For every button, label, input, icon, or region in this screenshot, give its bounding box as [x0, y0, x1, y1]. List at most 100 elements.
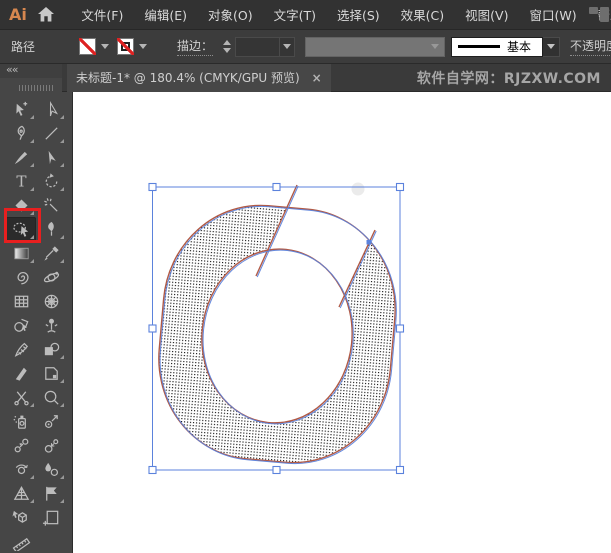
brush-definition-dropdown[interactable]: 基本	[451, 37, 560, 57]
shapes-tool[interactable]	[36, 337, 66, 361]
polar-grid-tool[interactable]	[36, 289, 66, 313]
handle-bottom-left[interactable]	[149, 467, 156, 474]
menu-item-3[interactable]: 文字(T)	[263, 0, 326, 29]
document-tab-title: 未标题-1* @ 180.4% (CMYK/GPU 预览)	[76, 69, 300, 86]
brush-definition-value: 基本	[507, 38, 531, 55]
twirl-tool[interactable]	[36, 265, 66, 289]
line-segment-tool[interactable]	[36, 121, 66, 145]
menu-item-5[interactable]: 效果(C)	[390, 0, 454, 29]
artboard-tool-icon	[42, 508, 61, 527]
stroke-weight-stepper[interactable]	[223, 40, 231, 53]
symbol-sizer-tool[interactable]	[36, 433, 66, 457]
stroke-weight-dropdown[interactable]	[279, 37, 295, 57]
stroke-weight-label[interactable]: 描边：	[177, 37, 213, 56]
chevron-down-icon	[547, 44, 555, 49]
selection-tool[interactable]	[6, 97, 36, 121]
symbol-spinner-tool-icon	[12, 460, 31, 479]
handle-middle-left[interactable]	[149, 325, 156, 332]
magic-wand-tool-icon	[42, 196, 61, 215]
symbol-scruncher-tool[interactable]	[6, 433, 36, 457]
rotate-tool-icon	[42, 172, 61, 191]
stroke-none-swatch[interactable]	[117, 38, 134, 55]
slice-tool[interactable]	[36, 361, 66, 385]
polar-grid-tool-icon	[42, 292, 61, 311]
scissors-tool-icon	[12, 388, 31, 407]
warp-tool[interactable]	[6, 337, 36, 361]
menu-item-6[interactable]: 视图(V)	[455, 0, 519, 29]
tab-close-icon[interactable]: ×	[312, 71, 322, 85]
step-down-icon[interactable]	[223, 48, 231, 53]
knife-tool[interactable]	[6, 361, 36, 385]
symbol-sprayer-tool[interactable]	[6, 409, 36, 433]
step-up-icon[interactable]	[223, 40, 231, 45]
stroke-weight-input[interactable]	[235, 37, 279, 57]
curvature-tool[interactable]	[6, 121, 36, 145]
handle-top-right[interactable]	[397, 184, 404, 191]
paintbrush-tool[interactable]	[6, 145, 36, 169]
illustrator-logo: Ai	[9, 5, 27, 24]
zoom-tool[interactable]	[36, 385, 66, 409]
shape-builder-tool[interactable]	[6, 313, 36, 337]
menu-item-7[interactable]: 窗口(W)	[519, 0, 587, 29]
shapes-tool-icon	[42, 340, 61, 359]
scissors-tool[interactable]	[6, 385, 36, 409]
menu-items: 文件(F)编辑(E)对象(O)文字(T)选择(S)效果(C)视图(V)窗口(W)…	[71, 0, 611, 29]
measure-tool[interactable]	[6, 529, 36, 553]
cursor-ghost	[352, 183, 365, 196]
puppet-warp-tool-icon	[42, 316, 61, 335]
stroke-dropdown-chevron-icon[interactable]	[139, 44, 147, 49]
fill-none-swatch[interactable]	[79, 38, 96, 55]
home-icon[interactable]	[38, 7, 54, 22]
symbol-spinner-tool[interactable]	[6, 457, 36, 481]
document-tab[interactable]: 未标题-1* @ 180.4% (CMYK/GPU 预览) ×	[67, 64, 331, 92]
symbol-shifter-tool[interactable]	[36, 409, 66, 433]
measure-tool-icon	[12, 532, 31, 551]
tutorial-highlight-box	[4, 208, 41, 243]
direct-selection-tool[interactable]	[36, 97, 66, 121]
anchor-point[interactable]	[367, 240, 372, 245]
gradient-tool[interactable]	[6, 241, 36, 265]
symbol-stainer-tool-icon	[42, 460, 61, 479]
line-segment-tool-icon	[42, 124, 61, 143]
menu-item-4[interactable]: 选择(S)	[326, 0, 390, 29]
handle-top-left[interactable]	[149, 184, 156, 191]
artwork-svg	[73, 92, 611, 553]
selection-type-label: 路径	[11, 38, 35, 55]
handle-bottom-center[interactable]	[273, 467, 280, 474]
menu-item-2[interactable]: 对象(O)	[197, 0, 263, 29]
solid-arrow-tool[interactable]	[36, 145, 66, 169]
handle-top-center[interactable]	[273, 184, 280, 191]
control-bar: 路径 描边： 基本 不透明度：	[0, 30, 611, 64]
menu-item-0[interactable]: 文件(F)	[71, 0, 134, 29]
knife-tool-icon	[12, 364, 31, 383]
panel-drag-grip[interactable]	[19, 85, 53, 91]
eyedropper-tool[interactable]	[36, 241, 66, 265]
fill-dropdown-chevron-icon[interactable]	[101, 44, 109, 49]
opacity-label[interactable]: 不透明度：	[570, 37, 611, 56]
shaper-ring-shape[interactable]	[150, 169, 403, 471]
shape-builder-tool-icon	[12, 316, 31, 335]
handle-bottom-right[interactable]	[397, 467, 404, 474]
workspace-switcher-icon[interactable]	[589, 7, 611, 23]
symbol-stainer-tool[interactable]	[36, 457, 66, 481]
document-tab-bar: 未标题-1* @ 180.4% (CMYK/GPU 预览) × 软件自学网：RJ…	[62, 64, 611, 92]
symbol-screener-tool[interactable]	[36, 481, 66, 505]
rectangular-grid-tool[interactable]	[6, 289, 36, 313]
brush-dropdown-chevron[interactable]	[543, 37, 560, 57]
none-stroke-icon	[117, 38, 134, 55]
brush-preview[interactable]: 基本	[451, 37, 543, 57]
gradient-tool-icon	[12, 244, 31, 263]
perspective-grid-tool[interactable]	[6, 481, 36, 505]
puppet-warp-tool[interactable]	[36, 313, 66, 337]
menu-item-1[interactable]: 编辑(E)	[134, 0, 198, 29]
artboard-tool[interactable]	[36, 505, 66, 529]
type-tool[interactable]: T	[6, 169, 36, 193]
symbol-screener-tool-icon	[42, 484, 61, 503]
rotate-tool[interactable]	[36, 169, 66, 193]
canvas-area[interactable]	[73, 92, 611, 553]
spiral-tool[interactable]	[6, 265, 36, 289]
menu-bar: Ai 文件(F)编辑(E)对象(O)文字(T)选择(S)效果(C)视图(V)窗口…	[0, 0, 611, 30]
3d-rotate-tool[interactable]	[6, 505, 36, 529]
handle-middle-right[interactable]	[397, 325, 404, 332]
perspective-grid-tool-icon	[12, 484, 31, 503]
